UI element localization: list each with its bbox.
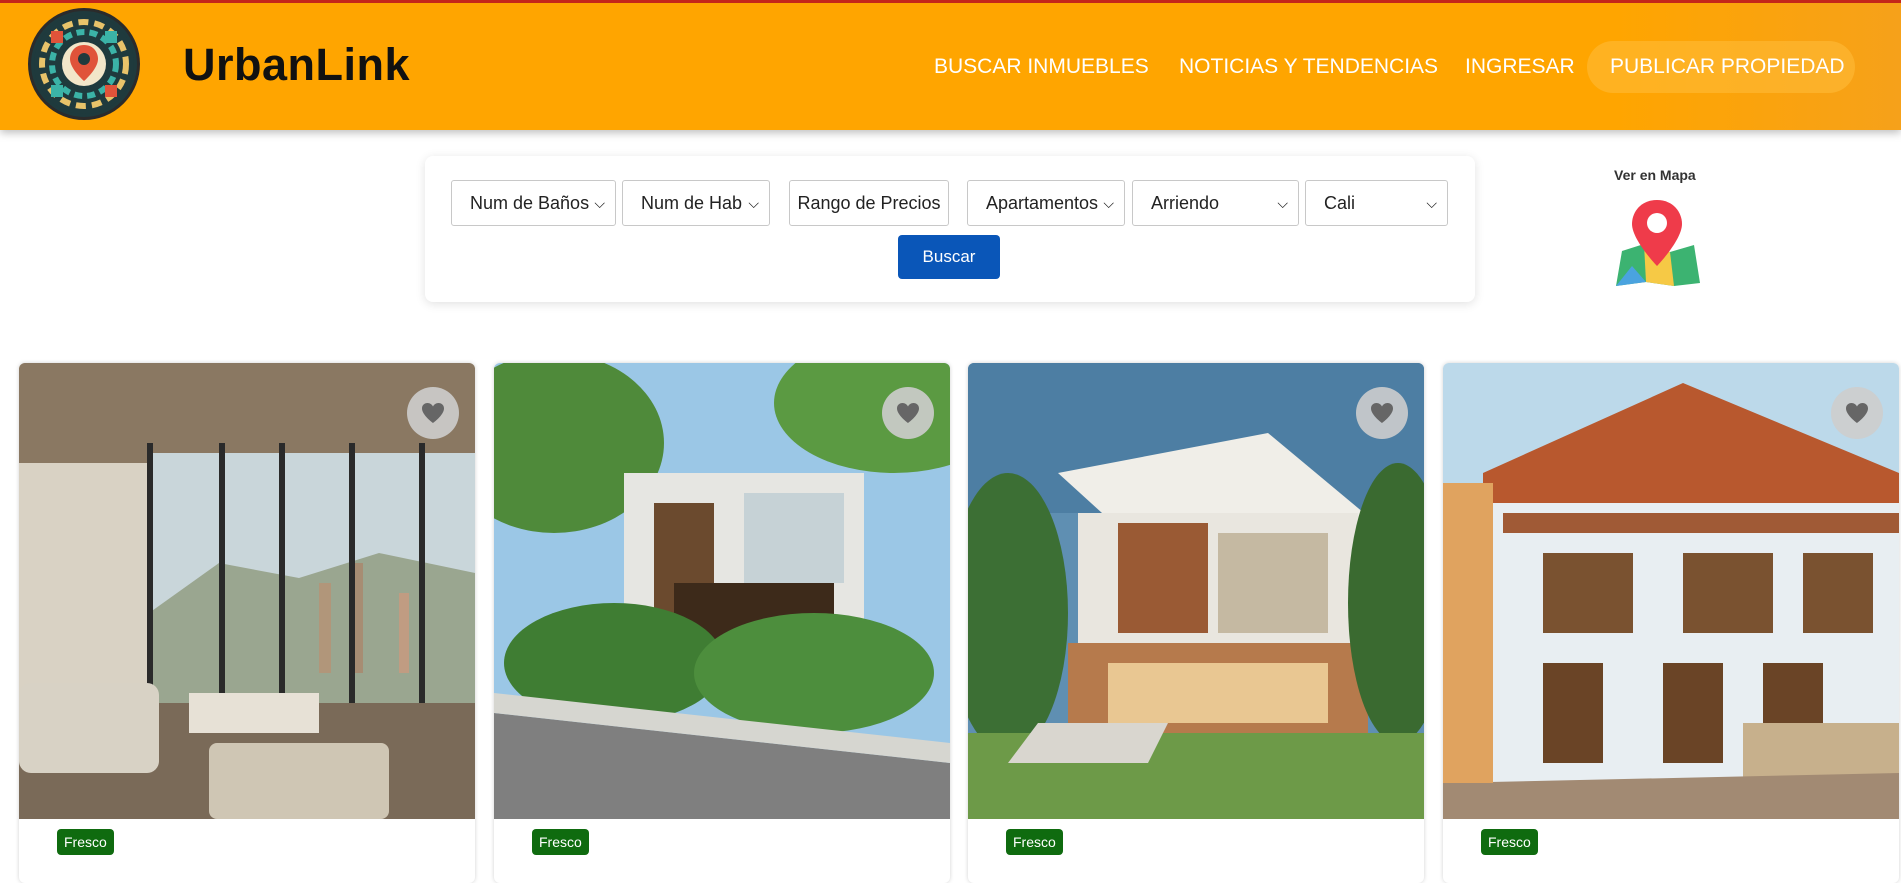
operation-select[interactable]: Arriendo ⌵ bbox=[1132, 180, 1299, 226]
chevron-down-icon: ⌵ bbox=[1103, 195, 1114, 211]
status-badge: Fresco bbox=[532, 829, 589, 855]
favorite-heart-button[interactable] bbox=[407, 387, 459, 439]
status-badge: Fresco bbox=[1006, 829, 1063, 855]
status-badge: Fresco bbox=[1481, 829, 1538, 855]
property-type-select[interactable]: Apartamentos ⌵ bbox=[967, 180, 1125, 226]
property-card[interactable]: Fresco bbox=[494, 363, 950, 883]
nav-buscar-inmuebles[interactable]: BUSCAR INMUEBLES bbox=[934, 55, 1149, 79]
city-value: Cali bbox=[1324, 193, 1356, 213]
property-card[interactable]: Fresco bbox=[1443, 363, 1899, 883]
nav-noticias-tendencias[interactable]: NOTICIAS Y TENDENCIAS bbox=[1179, 55, 1438, 79]
heart-icon bbox=[1846, 403, 1868, 423]
price-range-button[interactable]: Rango de Precios bbox=[789, 180, 949, 226]
property-card[interactable]: Fresco bbox=[19, 363, 475, 883]
heart-icon bbox=[897, 403, 919, 423]
habitaciones-select[interactable]: Num de Hab ⌵ bbox=[622, 180, 770, 226]
search-button[interactable]: Buscar bbox=[898, 235, 1000, 279]
chevron-down-icon: ⌵ bbox=[748, 195, 759, 211]
map-link-label[interactable]: Ver en Mapa bbox=[1614, 167, 1696, 183]
chevron-down-icon: ⌵ bbox=[1426, 195, 1437, 211]
map-pin-icon[interactable] bbox=[1612, 196, 1702, 286]
site-header: UrbanLink BUSCAR INMUEBLES NOTICIAS Y TE… bbox=[0, 0, 1901, 130]
search-panel bbox=[425, 156, 1475, 302]
favorite-heart-button[interactable] bbox=[1831, 387, 1883, 439]
chevron-down-icon: ⌵ bbox=[594, 195, 605, 211]
brand-name[interactable]: UrbanLink bbox=[183, 39, 410, 91]
operation-value: Arriendo bbox=[1151, 193, 1220, 213]
chevron-down-icon: ⌵ bbox=[1277, 195, 1288, 211]
favorite-heart-button[interactable] bbox=[1356, 387, 1408, 439]
property-image bbox=[968, 363, 1424, 819]
nav-ingresar[interactable]: INGRESAR bbox=[1465, 55, 1575, 79]
heart-icon bbox=[422, 403, 444, 423]
urbanlink-logo[interactable] bbox=[28, 8, 140, 120]
property-image bbox=[1443, 363, 1899, 819]
heart-icon bbox=[1371, 403, 1393, 423]
city-select[interactable]: Cali ⌵ bbox=[1305, 180, 1448, 226]
status-badge: Fresco bbox=[57, 829, 114, 855]
property-image bbox=[494, 363, 950, 819]
habitaciones-select-value: Num de Hab bbox=[641, 193, 743, 213]
banos-select-value: Num de Baños bbox=[470, 193, 590, 213]
favorite-heart-button[interactable] bbox=[882, 387, 934, 439]
nav-publicar-propiedad[interactable]: PUBLICAR PROPIEDAD bbox=[1610, 55, 1845, 79]
property-card[interactable]: Fresco bbox=[968, 363, 1424, 883]
banos-select[interactable]: Num de Baños ⌵ bbox=[451, 180, 616, 226]
property-image bbox=[19, 363, 475, 819]
property-type-value: Apartamentos bbox=[986, 193, 1099, 213]
